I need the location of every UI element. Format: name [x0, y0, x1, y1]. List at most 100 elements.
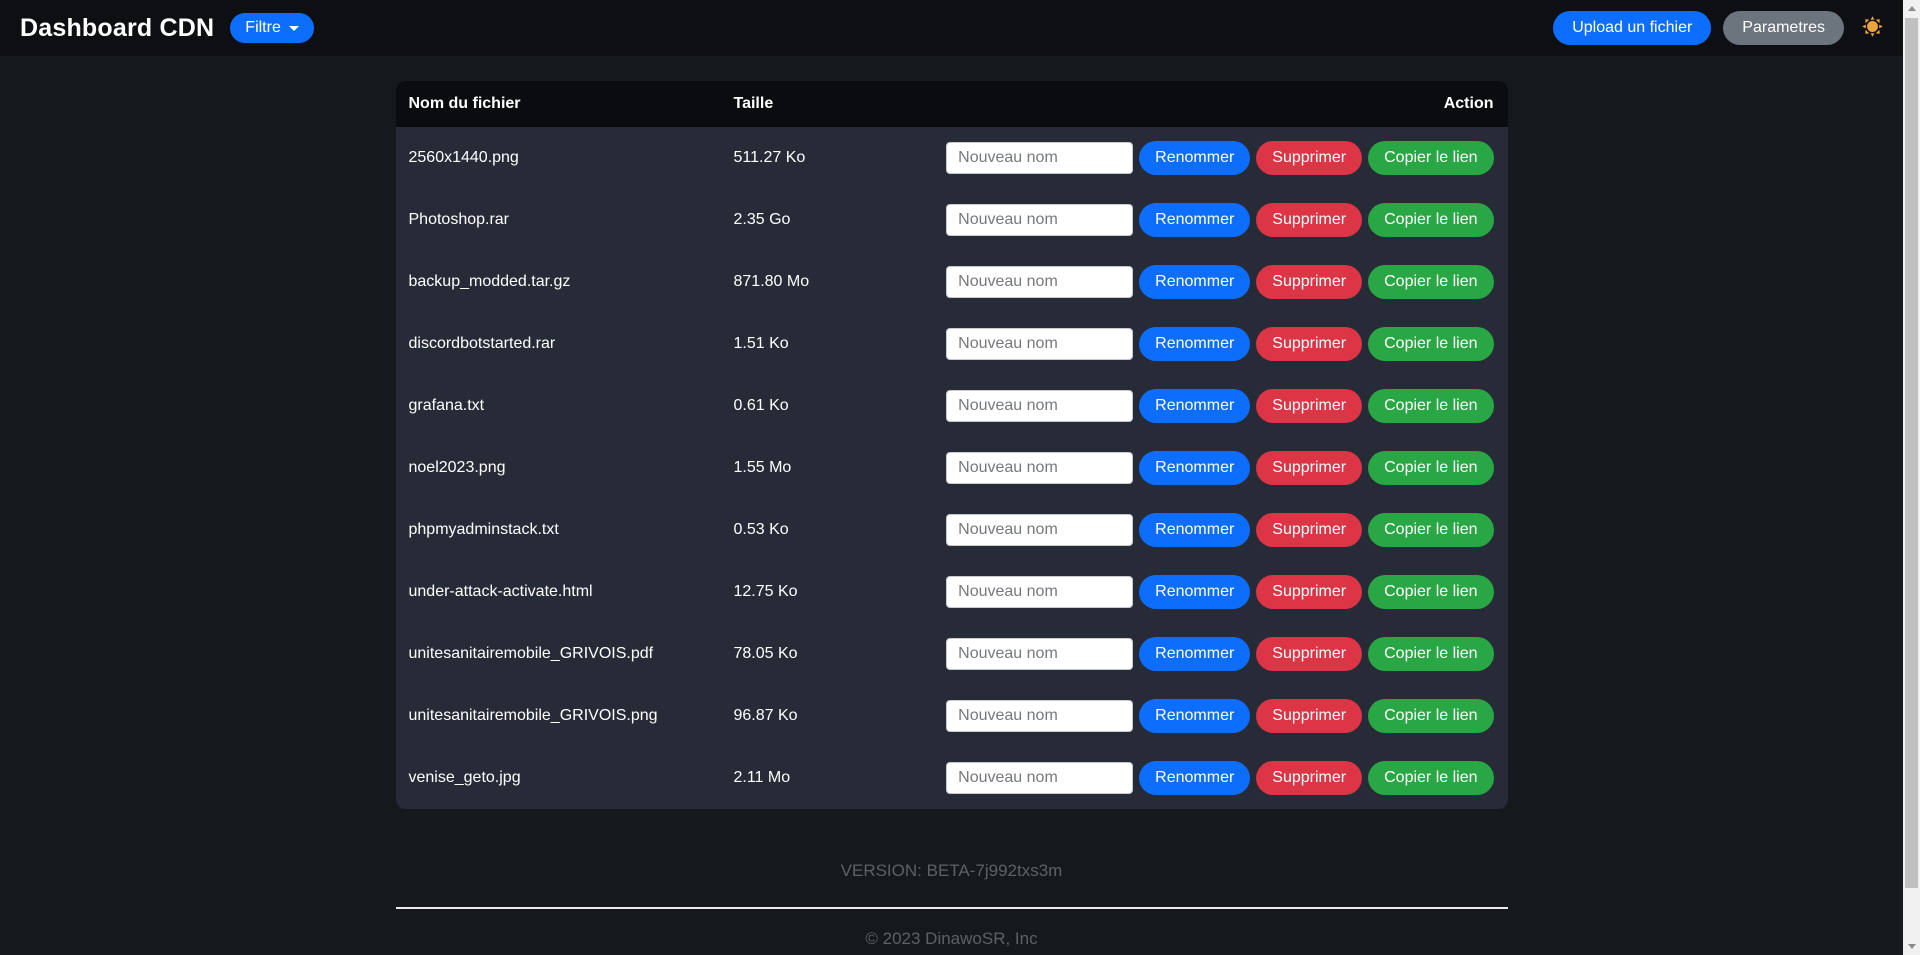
scroll-up-button[interactable] — [1903, 0, 1920, 17]
copy-link-button[interactable]: Copier le lien — [1368, 637, 1493, 671]
file-actions: Renommer Supprimer Copier le lien — [946, 637, 1507, 671]
filter-dropdown-button[interactable]: Filtre — [230, 13, 314, 43]
rename-button[interactable]: Renommer — [1139, 637, 1250, 671]
table-row: 2560x1440.png 511.27 Ko Renommer Supprim… — [396, 127, 1508, 189]
caret-down-icon — [289, 26, 299, 31]
file-name: 2560x1440.png — [396, 149, 734, 167]
copy-link-label: Copier le lien — [1384, 273, 1477, 291]
rename-input[interactable] — [946, 576, 1133, 608]
delete-button[interactable]: Supprimer — [1256, 451, 1362, 485]
copyright-label: © 2023 DinawoSR, Inc — [0, 929, 1903, 949]
delete-button[interactable]: Supprimer — [1256, 141, 1362, 175]
file-actions: Renommer Supprimer Copier le lien — [946, 513, 1507, 547]
delete-label: Supprimer — [1272, 459, 1346, 477]
settings-button[interactable]: Parametres — [1723, 11, 1844, 45]
table-row: backup_modded.tar.gz 871.80 Mo Renommer … — [396, 251, 1508, 313]
file-size: 2.11 Mo — [734, 769, 947, 787]
vertical-scrollbar[interactable] — [1903, 0, 1920, 955]
rename-button[interactable]: Renommer — [1139, 265, 1250, 299]
file-actions: Renommer Supprimer Copier le lien — [946, 451, 1507, 485]
copy-link-button[interactable]: Copier le lien — [1368, 203, 1493, 237]
copy-link-button[interactable]: Copier le lien — [1368, 575, 1493, 609]
rename-button[interactable]: Renommer — [1139, 141, 1250, 175]
navbar: Dashboard CDN Filtre Upload un fichier P… — [0, 0, 1903, 56]
rename-label: Renommer — [1155, 769, 1234, 787]
table-row: Photoshop.rar 2.35 Go Renommer Supprimer… — [396, 189, 1508, 251]
rename-button[interactable]: Renommer — [1139, 699, 1250, 733]
file-table: Nom du fichier Taille Action 2560x1440.p… — [396, 81, 1508, 809]
copy-link-button[interactable]: Copier le lien — [1368, 327, 1493, 361]
file-size: 871.80 Mo — [734, 273, 947, 291]
rename-input[interactable] — [946, 328, 1133, 360]
rename-input[interactable] — [946, 700, 1133, 732]
copy-link-label: Copier le lien — [1384, 521, 1477, 539]
file-actions: Renommer Supprimer Copier le lien — [946, 203, 1507, 237]
copy-link-button[interactable]: Copier le lien — [1368, 699, 1493, 733]
copy-link-label: Copier le lien — [1384, 149, 1477, 167]
file-name: Photoshop.rar — [396, 211, 734, 229]
rename-input[interactable] — [946, 762, 1133, 794]
delete-button[interactable]: Supprimer — [1256, 575, 1362, 609]
file-actions: Renommer Supprimer Copier le lien — [946, 327, 1507, 361]
scroll-up-icon — [1908, 6, 1916, 11]
delete-label: Supprimer — [1272, 645, 1346, 663]
file-name: under-attack-activate.html — [396, 583, 734, 601]
table-row: under-attack-activate.html 12.75 Ko Reno… — [396, 561, 1508, 623]
rename-button[interactable]: Renommer — [1139, 575, 1250, 609]
page: Dashboard CDN Filtre Upload un fichier P… — [0, 0, 1903, 949]
rename-input[interactable] — [946, 390, 1133, 422]
file-table-body: 2560x1440.png 511.27 Ko Renommer Supprim… — [396, 127, 1508, 809]
copy-link-button[interactable]: Copier le lien — [1368, 389, 1493, 423]
delete-button[interactable]: Supprimer — [1256, 637, 1362, 671]
table-row: discordbotstarted.rar 1.51 Ko Renommer S… — [396, 313, 1508, 375]
header-action: Action — [1444, 95, 1508, 113]
file-actions: Renommer Supprimer Copier le lien — [946, 141, 1507, 175]
rename-label: Renommer — [1155, 149, 1234, 167]
copy-link-button[interactable]: Copier le lien — [1368, 451, 1493, 485]
rename-button[interactable]: Renommer — [1139, 513, 1250, 547]
delete-button[interactable]: Supprimer — [1256, 203, 1362, 237]
rename-label: Renommer — [1155, 335, 1234, 353]
file-size: 2.35 Go — [734, 211, 947, 229]
copy-link-button[interactable]: Copier le lien — [1368, 513, 1493, 547]
delete-label: Supprimer — [1272, 149, 1346, 167]
copy-link-button[interactable]: Copier le lien — [1368, 265, 1493, 299]
rename-label: Renommer — [1155, 273, 1234, 291]
scrollbar-thumb[interactable] — [1905, 18, 1918, 888]
delete-button[interactable]: Supprimer — [1256, 761, 1362, 795]
rename-input[interactable] — [946, 142, 1133, 174]
rename-button[interactable]: Renommer — [1139, 203, 1250, 237]
delete-button[interactable]: Supprimer — [1256, 265, 1362, 299]
rename-input[interactable] — [946, 204, 1133, 236]
rename-input[interactable] — [946, 452, 1133, 484]
copy-link-button[interactable]: Copier le lien — [1368, 761, 1493, 795]
copy-link-button[interactable]: Copier le lien — [1368, 141, 1493, 175]
delete-button[interactable]: Supprimer — [1256, 327, 1362, 361]
delete-label: Supprimer — [1272, 769, 1346, 787]
rename-label: Renommer — [1155, 459, 1234, 477]
delete-label: Supprimer — [1272, 397, 1346, 415]
theme-toggle-button[interactable] — [1862, 16, 1883, 40]
delete-label: Supprimer — [1272, 335, 1346, 353]
rename-button[interactable]: Renommer — [1139, 451, 1250, 485]
scroll-down-button[interactable] — [1903, 938, 1920, 955]
header-size: Taille — [734, 95, 1444, 113]
rename-input[interactable] — [946, 514, 1133, 546]
copy-link-label: Copier le lien — [1384, 769, 1477, 787]
upload-file-button[interactable]: Upload un fichier — [1553, 11, 1711, 45]
file-name: noel2023.png — [396, 459, 734, 477]
rename-button[interactable]: Renommer — [1139, 761, 1250, 795]
delete-button[interactable]: Supprimer — [1256, 389, 1362, 423]
rename-button[interactable]: Renommer — [1139, 327, 1250, 361]
delete-label: Supprimer — [1272, 707, 1346, 725]
delete-button[interactable]: Supprimer — [1256, 699, 1362, 733]
rename-button[interactable]: Renommer — [1139, 389, 1250, 423]
file-name: discordbotstarted.rar — [396, 335, 734, 353]
file-size: 511.27 Ko — [734, 149, 947, 167]
rename-input[interactable] — [946, 638, 1133, 670]
rename-input[interactable] — [946, 266, 1133, 298]
copy-link-label: Copier le lien — [1384, 583, 1477, 601]
delete-button[interactable]: Supprimer — [1256, 513, 1362, 547]
delete-label: Supprimer — [1272, 583, 1346, 601]
rename-label: Renommer — [1155, 211, 1234, 229]
